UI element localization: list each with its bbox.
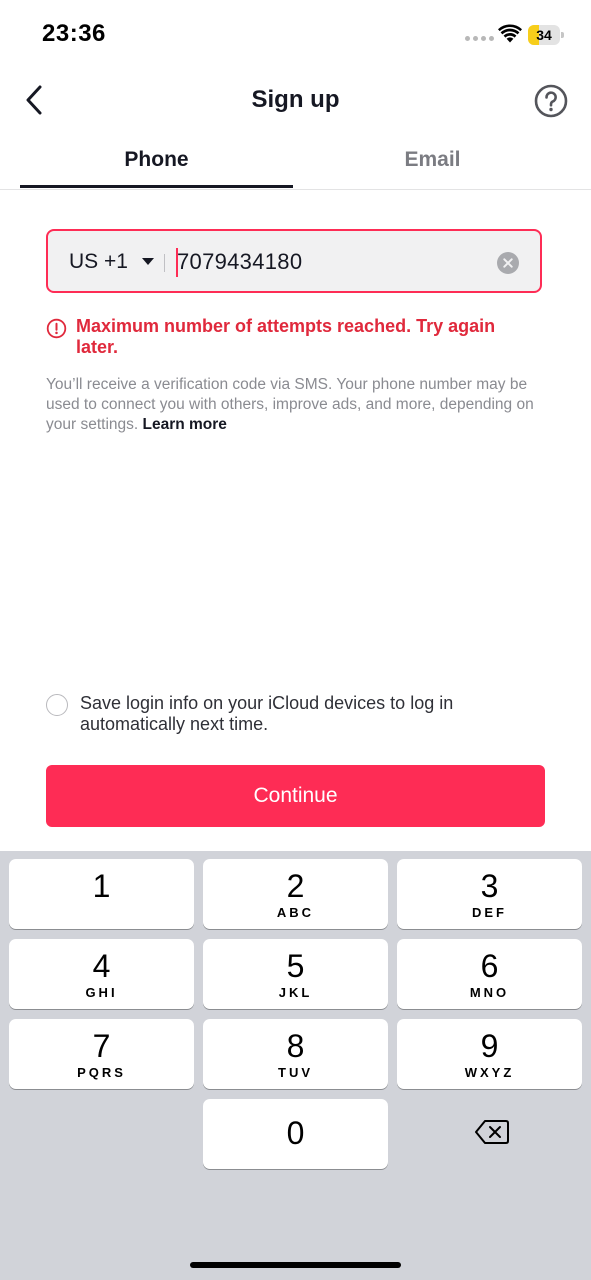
- key-digit: 7: [92, 1028, 111, 1064]
- tab-phone[interactable]: Phone: [20, 140, 293, 186]
- sms-info-body: You’ll receive a verification code via S…: [46, 376, 534, 433]
- nav-bar: Sign up: [0, 72, 591, 128]
- key-letters: TUV: [278, 1065, 313, 1080]
- key-6[interactable]: 6 MNO: [397, 939, 582, 1009]
- key-digit: 6: [480, 948, 499, 984]
- key-digit: 4: [92, 948, 111, 984]
- phone-number-field[interactable]: US +1 7079434180: [46, 229, 542, 293]
- clear-icon[interactable]: [497, 252, 519, 274]
- learn-more-link[interactable]: Learn more: [143, 416, 227, 433]
- battery-level: 34: [536, 27, 552, 43]
- key-2[interactable]: 2 ABC: [203, 859, 388, 929]
- field-divider: [164, 254, 165, 272]
- key-9[interactable]: 9 WXYZ: [397, 1019, 582, 1089]
- caret-down-icon[interactable]: [142, 258, 154, 265]
- tab-email[interactable]: Email: [296, 140, 569, 186]
- help-icon[interactable]: [532, 82, 570, 120]
- key-3[interactable]: 3 DEF: [397, 859, 582, 929]
- error-text: Maximum number of attempts reached. Try …: [76, 316, 496, 357]
- key-letters: GHI: [85, 985, 118, 1000]
- phone-number-input[interactable]: 7079434180: [177, 231, 302, 293]
- key-4[interactable]: 4 GHI: [9, 939, 194, 1009]
- country-code-selector[interactable]: US +1: [69, 231, 128, 293]
- key-digit: 8: [286, 1028, 305, 1064]
- wifi-icon: [498, 24, 522, 43]
- key-letters: WXYZ: [464, 1065, 515, 1080]
- backspace-icon: [475, 1120, 509, 1144]
- key-digit: 2: [286, 868, 305, 904]
- error-info-icon: [46, 318, 67, 339]
- key-7[interactable]: 7 PQRS: [9, 1019, 194, 1089]
- key-letters: MNO: [469, 985, 510, 1000]
- save-login-checkbox[interactable]: [46, 694, 68, 716]
- page-title: Sign up: [251, 86, 340, 113]
- continue-button[interactable]: Continue: [46, 765, 545, 827]
- numeric-keyboard: 1 2 ABC 3 DEF 4 GHI 5 JKL 6 MNO 7 PQRS 8…: [0, 851, 591, 1280]
- key-digit: 1: [92, 868, 111, 904]
- cellular-signal-icon: [465, 36, 494, 41]
- key-letters: PQRS: [77, 1065, 126, 1080]
- key-8[interactable]: 8 TUV: [203, 1019, 388, 1089]
- key-1[interactable]: 1: [9, 859, 194, 929]
- key-letters: ABC: [276, 905, 315, 920]
- key-digit: 3: [480, 868, 499, 904]
- status-time: 23:36: [42, 20, 106, 47]
- backspace-key[interactable]: [397, 1099, 582, 1169]
- key-letters: JKL: [278, 985, 313, 1000]
- key-0[interactable]: 0: [203, 1099, 388, 1169]
- signup-tabs: Phone Email: [0, 140, 591, 190]
- key-5[interactable]: 5 JKL: [203, 939, 388, 1009]
- key-letters: DEF: [472, 905, 507, 920]
- save-login-label: Save login info on your iCloud devices t…: [80, 693, 454, 734]
- status-bar: 23:36 34: [0, 0, 591, 70]
- sms-info-text: You’ll receive a verification code via S…: [46, 375, 546, 435]
- home-indicator: [190, 1262, 401, 1268]
- battery-icon: 34: [528, 25, 564, 45]
- active-tab-indicator: [20, 185, 293, 188]
- key-digit: 0: [286, 1115, 305, 1151]
- key-digit: 9: [480, 1028, 499, 1064]
- key-digit: 5: [286, 948, 305, 984]
